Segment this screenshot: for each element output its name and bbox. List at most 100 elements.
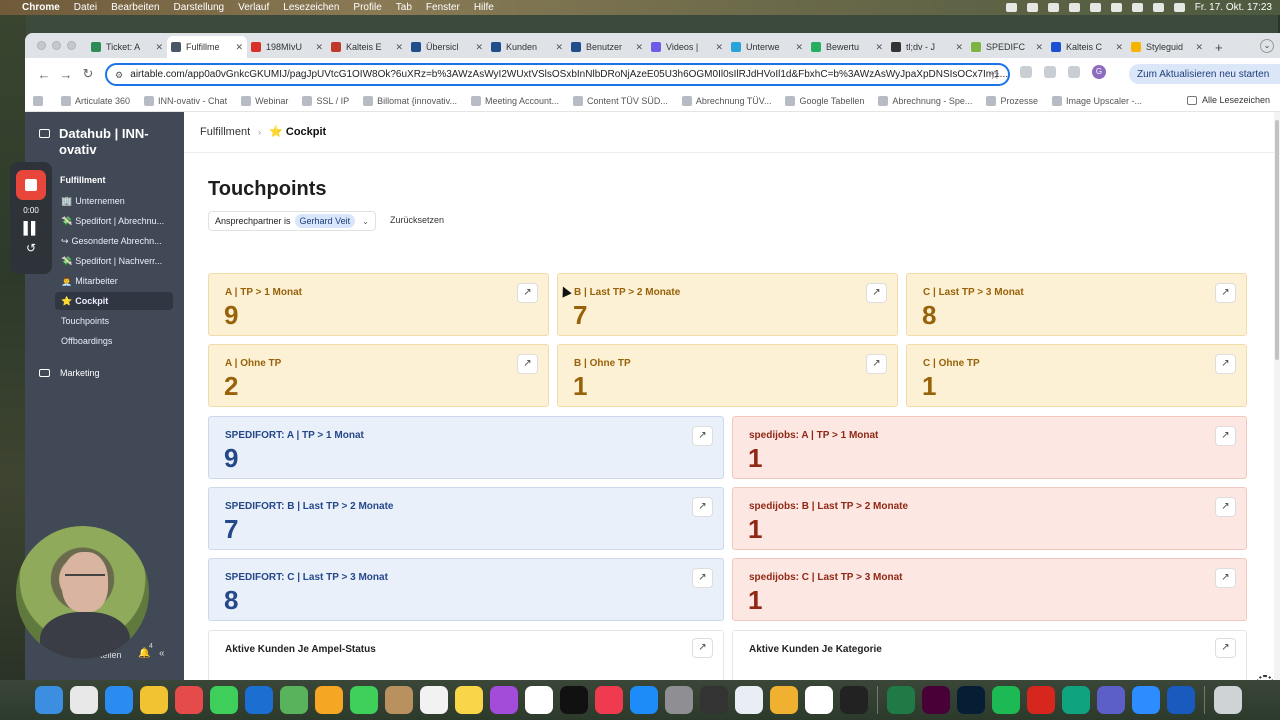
preview-icon[interactable]	[735, 686, 763, 714]
scrollbar-thumb[interactable]	[1275, 120, 1279, 360]
spotify-icon[interactable]	[992, 686, 1020, 714]
sidebar-item-offboardings[interactable]: Offboardings	[55, 332, 173, 350]
bookmark-item[interactable]: SSL / IP	[302, 95, 349, 106]
tab-search-icon[interactable]: ⌄	[1260, 39, 1274, 53]
photoshop-icon[interactable]	[957, 686, 985, 714]
number-card[interactable]: SPEDIFORT: A | TP > 1 Monat 9 ↗	[208, 416, 724, 479]
expand-arrow-icon[interactable]: ↗	[867, 284, 886, 302]
stop-recording-button[interactable]	[16, 170, 46, 200]
expand-arrow-icon[interactable]: ↗	[1216, 284, 1235, 302]
bookmark-item[interactable]: Articulate 360	[61, 95, 130, 106]
extension-icon[interactable]	[1020, 66, 1032, 78]
bookmark-item[interactable]: INN-ovativ - Chat	[144, 95, 227, 106]
number-card[interactable]: spedijobs: C | Last TP > 3 Monat 1 ↗	[732, 558, 1247, 621]
zoom-icon[interactable]	[1132, 686, 1160, 714]
browser-tab[interactable]: Kunden ✕	[487, 36, 567, 58]
menu-tab[interactable]: Tab	[396, 2, 412, 13]
expand-arrow-icon[interactable]: ↗	[693, 498, 712, 516]
teams-icon[interactable]	[1097, 686, 1125, 714]
chrome-icon[interactable]	[140, 686, 168, 714]
bookmark-star-icon[interactable]: ☆	[989, 68, 1000, 82]
tab-close-icon[interactable]: ✕	[235, 42, 243, 53]
tab-close-icon[interactable]: ✕	[1195, 42, 1203, 53]
bookmark-item[interactable]: Abrechnung - Spe...	[878, 95, 972, 106]
sidebar-item-spedifort-nachverr[interactable]: 💸 Spedifort | Nachverr...	[55, 252, 173, 270]
page-scrollbar[interactable]	[1274, 112, 1280, 680]
browser-tab[interactable]: Kalteis C ✕	[1047, 36, 1127, 58]
profile-avatar[interactable]: G	[1092, 65, 1106, 79]
sidebar-item-marketing[interactable]: Marketing	[39, 368, 100, 378]
browser-tab[interactable]: Kalteis E ✕	[327, 36, 407, 58]
control-center-icon[interactable]	[1173, 3, 1185, 12]
pause-icon[interactable]: ▌▌	[23, 221, 39, 235]
restart-icon[interactable]: ↺	[26, 241, 36, 255]
trash-icon[interactable]	[1214, 686, 1242, 714]
zoom-status-icon[interactable]	[1005, 3, 1017, 12]
filter-ansprechpartner[interactable]: Ansprechpartner is Gerhard Veit ⌄	[208, 211, 376, 231]
number-card[interactable]: spedijobs: A | TP > 1 Monat 1 ↗	[732, 416, 1247, 479]
expand-arrow-icon[interactable]: ↗	[1216, 569, 1235, 587]
music-icon[interactable]	[595, 686, 623, 714]
bluetooth-icon[interactable]	[1089, 3, 1101, 12]
notion-icon[interactable]	[805, 686, 833, 714]
number-card[interactable]: SPEDIFORT: B | Last TP > 2 Monate 7 ↗	[208, 487, 724, 550]
menu-datei[interactable]: Datei	[74, 2, 97, 13]
facetime-icon[interactable]	[350, 686, 378, 714]
tab-close-icon[interactable]: ✕	[715, 42, 723, 53]
fullscreen-window-button[interactable]	[67, 41, 76, 50]
browser-tab[interactable]: Styleguid ✕	[1127, 36, 1207, 58]
tab-close-icon[interactable]: ✕	[875, 42, 883, 53]
menu-bearbeiten[interactable]: Bearbeiten	[111, 2, 159, 13]
tab-close-icon[interactable]: ✕	[635, 42, 643, 53]
update-browser-button[interactable]: Zum Aktualisieren neu starten ⋮	[1129, 64, 1280, 84]
cloud-icon[interactable]	[1026, 3, 1038, 12]
expand-arrow-icon[interactable]: ↗	[693, 427, 712, 445]
tab-close-icon[interactable]: ✕	[795, 42, 803, 53]
word-icon[interactable]	[1167, 686, 1195, 714]
number-card[interactable]: C | Ohne TP 1 ↗	[906, 344, 1247, 407]
sidebar-item-spedifort-abrechnu[interactable]: 💸 Spedifort | Abrechnu...	[55, 212, 173, 230]
expand-arrow-icon[interactable]: ↗	[518, 284, 537, 302]
browser-tab[interactable]: Ticket: A ✕	[87, 36, 167, 58]
number-card[interactable]: A | TP > 1 Monat 9 ↗	[208, 273, 549, 336]
extension-icon[interactable]	[1044, 66, 1056, 78]
tab-close-icon[interactable]: ✕	[1035, 42, 1043, 53]
cluster-icon[interactable]	[175, 686, 203, 714]
safari-icon[interactable]	[105, 686, 133, 714]
menu-fenster[interactable]: Fenster	[426, 2, 460, 13]
bookmark-item[interactable]: Image Upscaler -...	[1051, 95, 1142, 106]
number-card[interactable]: C | Last TP > 3 Monat 8 ↗	[906, 273, 1247, 336]
photos-icon[interactable]	[315, 686, 343, 714]
bookmark-item[interactable]: Meeting Account...	[471, 95, 559, 106]
record-status-icon[interactable]	[1047, 3, 1059, 12]
sidebar-item-gesonderte-abrechn[interactable]: ↪ Gesonderte Abrechn...	[55, 232, 173, 250]
browser-tab[interactable]: 198MIvU ✕	[247, 36, 327, 58]
browser-tab[interactable]: Videos | ✕	[647, 36, 727, 58]
bookmark-item[interactable]: Prozesse	[986, 95, 1038, 106]
browser-tab[interactable]: tl;dv - J ✕	[887, 36, 967, 58]
bookmark-item[interactable]: Webinar	[241, 95, 288, 106]
expand-arrow-icon[interactable]: ↗	[1216, 498, 1235, 516]
acrobat-icon[interactable]	[1027, 686, 1055, 714]
number-card[interactable]: spedijobs: B | Last TP > 2 Monate 1 ↗	[732, 487, 1247, 550]
contacts-icon[interactable]	[385, 686, 413, 714]
expand-arrow-icon[interactable]: ↗	[1216, 639, 1235, 657]
sidebar-item-cockpit[interactable]: ⭐ Cockpit	[55, 292, 173, 310]
tab-close-icon[interactable]: ✕	[555, 42, 563, 53]
excel-icon[interactable]	[887, 686, 915, 714]
browser-tab[interactable]: Bewertu ✕	[807, 36, 887, 58]
system-settings-icon[interactable]	[665, 686, 693, 714]
number-card[interactable]: B | Last TP > 2 Monate 7 ↗	[557, 273, 898, 336]
webcam-bubble[interactable]	[16, 526, 149, 659]
tab-close-icon[interactable]: ✕	[315, 42, 323, 53]
wifi-icon[interactable]	[1131, 3, 1143, 12]
browser-tab[interactable]: SPEDIFC ✕	[967, 36, 1047, 58]
launchpad-icon[interactable]	[70, 686, 98, 714]
battery-icon[interactable]	[1110, 3, 1122, 12]
bookmark-item[interactable]: Google Tabellen	[785, 95, 864, 106]
back-icon[interactable]: ←	[33, 67, 55, 82]
expand-arrow-icon[interactable]: ↗	[693, 569, 712, 587]
sidebar-item-unternemen[interactable]: 🏢 Unternemen	[55, 192, 173, 210]
bookmark-item[interactable]: Abrechnung TÜV...	[681, 95, 771, 106]
number-card[interactable]: A | Ohne TP 2 ↗	[208, 344, 549, 407]
